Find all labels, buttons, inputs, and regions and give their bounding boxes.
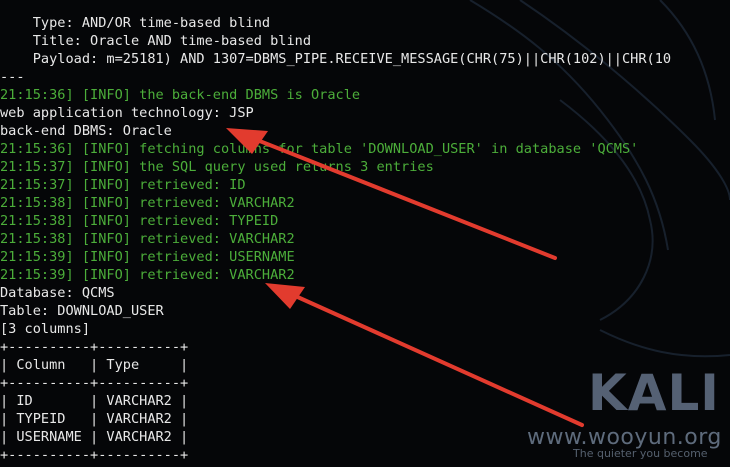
terminal-line: 21:15:37] [INFO] the SQL query used retu… (0, 159, 434, 175)
terminal-line: web application technology: JSP (0, 105, 254, 121)
table-header: | Column | Type | (0, 357, 189, 373)
terminal-line: 21:15:39] [INFO] retrieved: VARCHAR2 (0, 267, 295, 283)
terminal-line: Type: AND/OR time-based blind (0, 15, 271, 31)
terminal-line: Database: QCMS (0, 285, 115, 301)
kali-logo: KALI (588, 364, 720, 422)
table-border: +----------+----------+ (0, 339, 189, 355)
terminal-line: [3 columns] (0, 321, 91, 337)
watermark-subtitle: The quieter you become (573, 447, 708, 460)
terminal-line: 21:15:38] [INFO] retrieved: VARCHAR2 (0, 195, 295, 211)
table-border: +----------+----------+ (0, 375, 189, 391)
terminal-line: Payload: m=25181) AND 1307=DBMS_PIPE.REC… (0, 51, 672, 67)
terminal-line: --- (0, 69, 25, 85)
terminal-line: Table: DOWNLOAD_USER (0, 303, 164, 319)
table-row: | USERNAME | VARCHAR2 | (0, 429, 189, 445)
table-border: +----------+----------+ (0, 447, 189, 463)
terminal-line: 21:15:39] [INFO] retrieved: USERNAME (0, 249, 295, 265)
terminal-line: 21:15:37] [INFO] retrieved: ID (0, 177, 246, 193)
terminal-line: 21:15:38] [INFO] retrieved: TYPEID (0, 213, 279, 229)
table-row: | TYPEID | VARCHAR2 | (0, 411, 189, 427)
terminal-window[interactable]: Type: AND/OR time-based blind Title: Ora… (0, 0, 730, 467)
terminal-line: back-end DBMS: Oracle (0, 123, 172, 139)
terminal-line: 21:15:36] [INFO] the back-end DBMS is Or… (0, 87, 361, 103)
terminal-line: Title: Oracle AND time-based blind (0, 33, 311, 49)
terminal-line: 21:15:38] [INFO] retrieved: VARCHAR2 (0, 231, 295, 247)
terminal-line: 21:15:36] [INFO] fetching columns for ta… (0, 141, 639, 157)
table-row: | ID | VARCHAR2 | (0, 393, 189, 409)
